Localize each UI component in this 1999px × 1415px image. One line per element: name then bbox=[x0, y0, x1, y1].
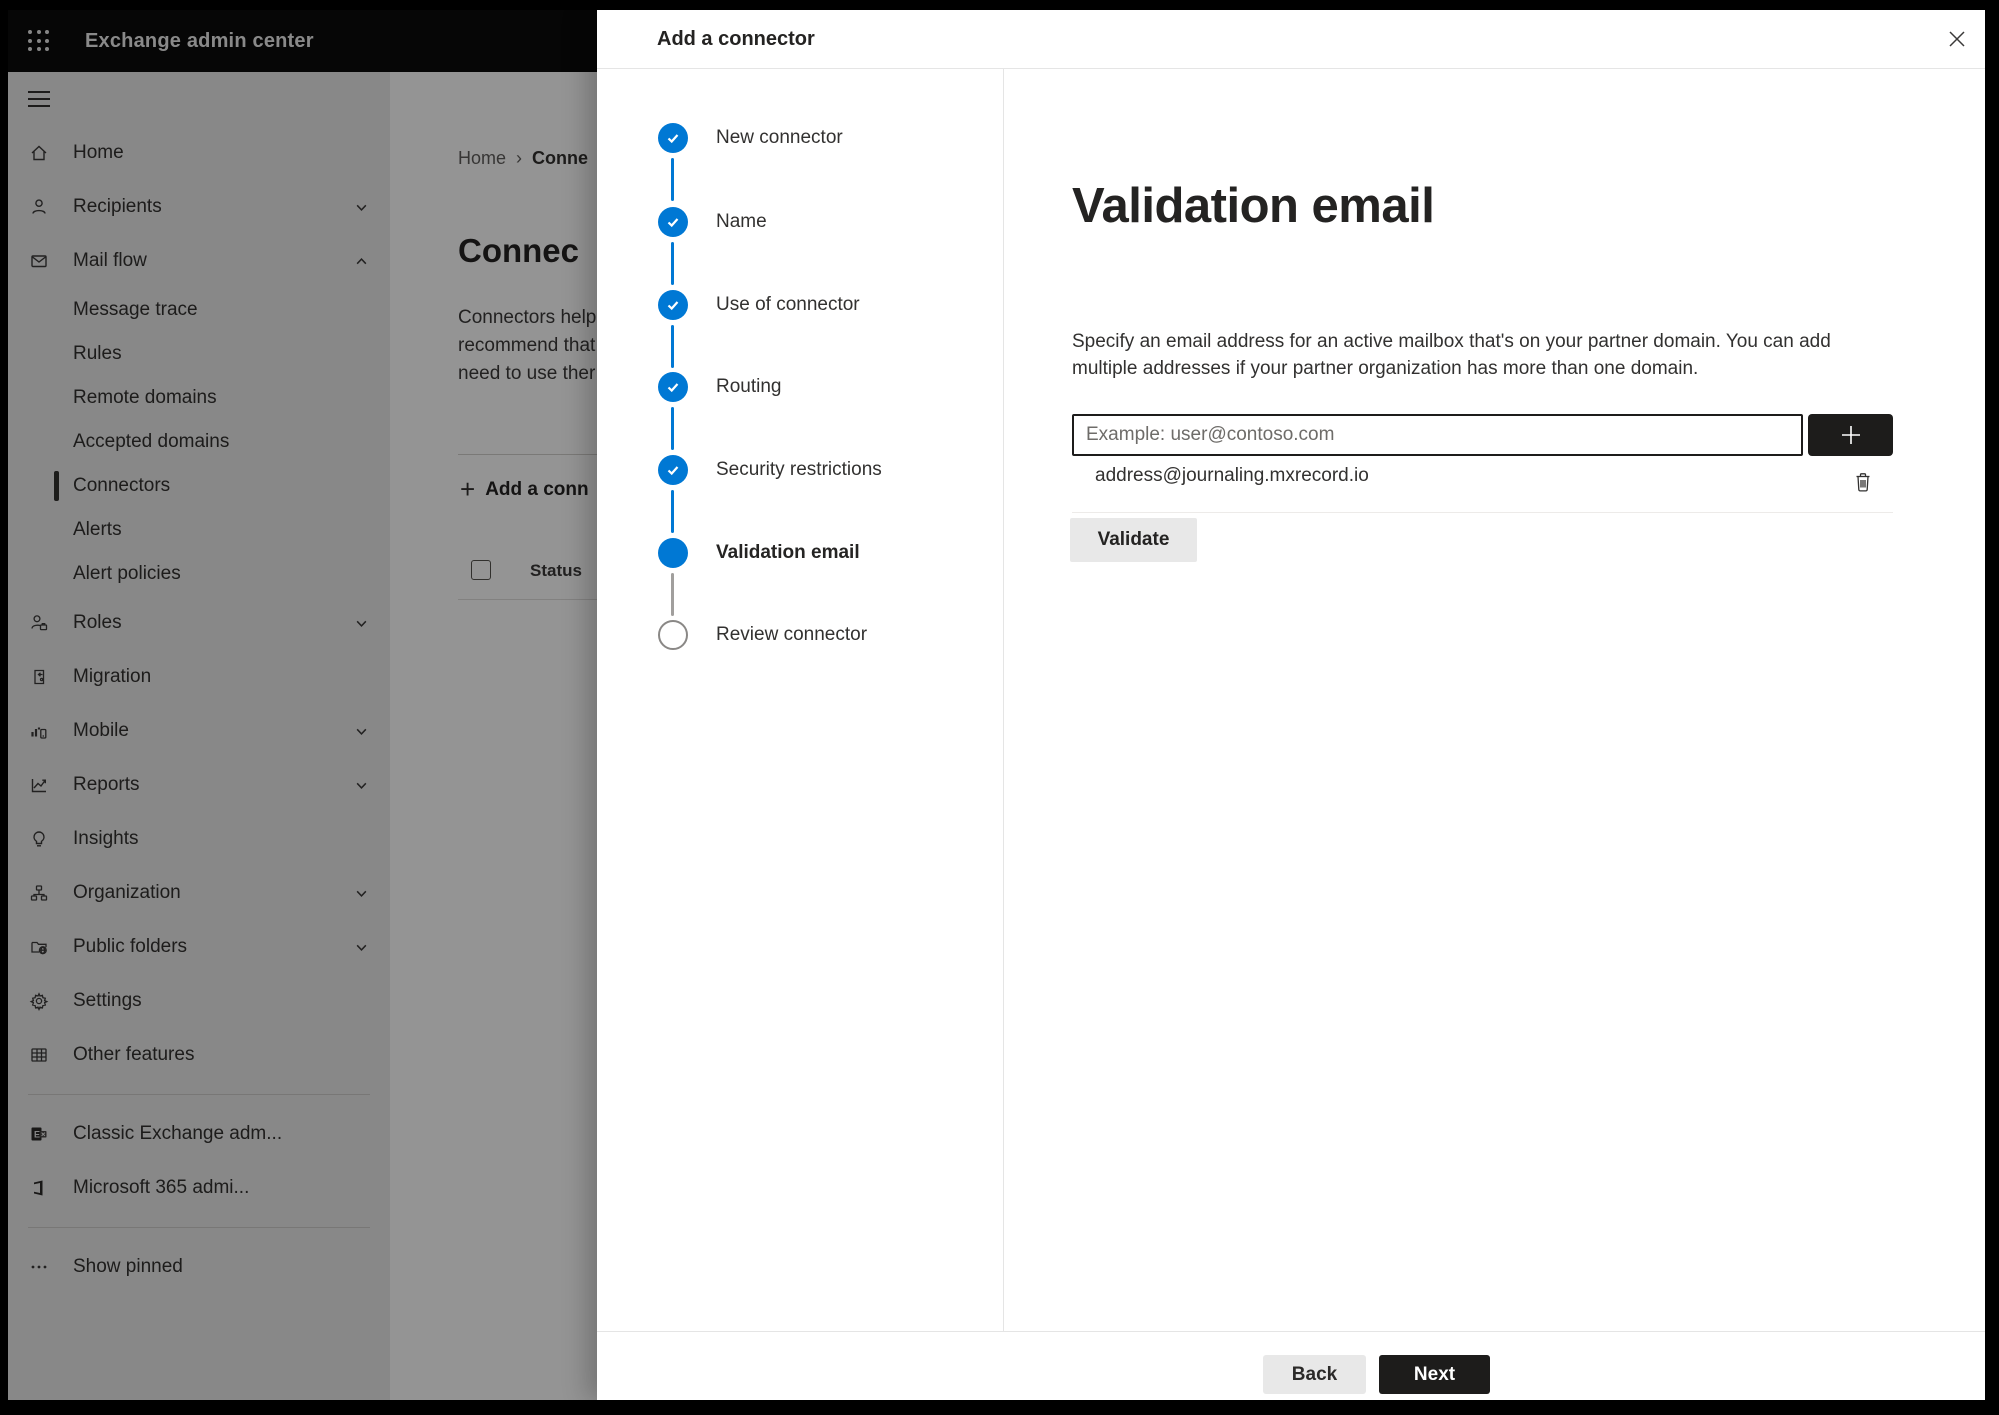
step-check-icon bbox=[658, 290, 688, 320]
modal-title: Add a connector bbox=[657, 28, 815, 50]
divider bbox=[1072, 512, 1893, 513]
plus-icon bbox=[1841, 426, 1860, 444]
step-check-icon bbox=[658, 455, 688, 485]
panel-description: Specify an email address for an active m… bbox=[1072, 331, 1831, 379]
step-current-dot bbox=[658, 538, 688, 568]
step-review-connector[interactable]: Review connector bbox=[658, 620, 867, 650]
wizard-stepper bbox=[597, 69, 1004, 1331]
step-check-icon bbox=[658, 372, 688, 402]
add-address-button[interactable] bbox=[1808, 414, 1893, 456]
step-new-connector[interactable]: New connector bbox=[658, 123, 843, 153]
step-use-of-connector[interactable]: Use of connector bbox=[658, 290, 860, 320]
validate-button[interactable]: Validate bbox=[1070, 518, 1197, 562]
added-address: address@journaling.mxrecord.io bbox=[1095, 465, 1369, 486]
panel-heading: Validation email bbox=[1072, 179, 1435, 233]
screenshot-frame: Exchange admin center Home Recipients Ma… bbox=[0, 0, 1999, 1415]
step-todo-circle bbox=[658, 620, 688, 650]
app-window: Exchange admin center Home Recipients Ma… bbox=[8, 10, 1985, 1400]
step-validation-email[interactable]: Validation email bbox=[658, 538, 860, 568]
step-connector-line bbox=[671, 573, 674, 616]
step-security-restrictions[interactable]: Security restrictions bbox=[658, 455, 882, 485]
next-button[interactable]: Next bbox=[1379, 1355, 1490, 1394]
step-check-icon bbox=[658, 207, 688, 237]
step-name[interactable]: Name bbox=[658, 207, 767, 237]
step-connector-line bbox=[671, 158, 674, 201]
step-routing[interactable]: Routing bbox=[658, 372, 782, 402]
step-connector-line bbox=[671, 325, 674, 368]
validation-email-input[interactable] bbox=[1072, 414, 1803, 456]
step-check-icon bbox=[658, 123, 688, 153]
back-button[interactable]: Back bbox=[1263, 1355, 1366, 1394]
modal-header: Add a connector bbox=[597, 10, 1985, 69]
footer-divider bbox=[597, 1331, 1985, 1332]
step-connector-line bbox=[671, 242, 674, 285]
step-connector-line bbox=[671, 407, 674, 450]
step-connector-line bbox=[671, 490, 674, 533]
delete-address-icon[interactable] bbox=[1849, 468, 1877, 496]
close-icon[interactable] bbox=[1943, 25, 1971, 53]
add-connector-modal: Add a connector New connector Name Use o… bbox=[597, 10, 1985, 1400]
